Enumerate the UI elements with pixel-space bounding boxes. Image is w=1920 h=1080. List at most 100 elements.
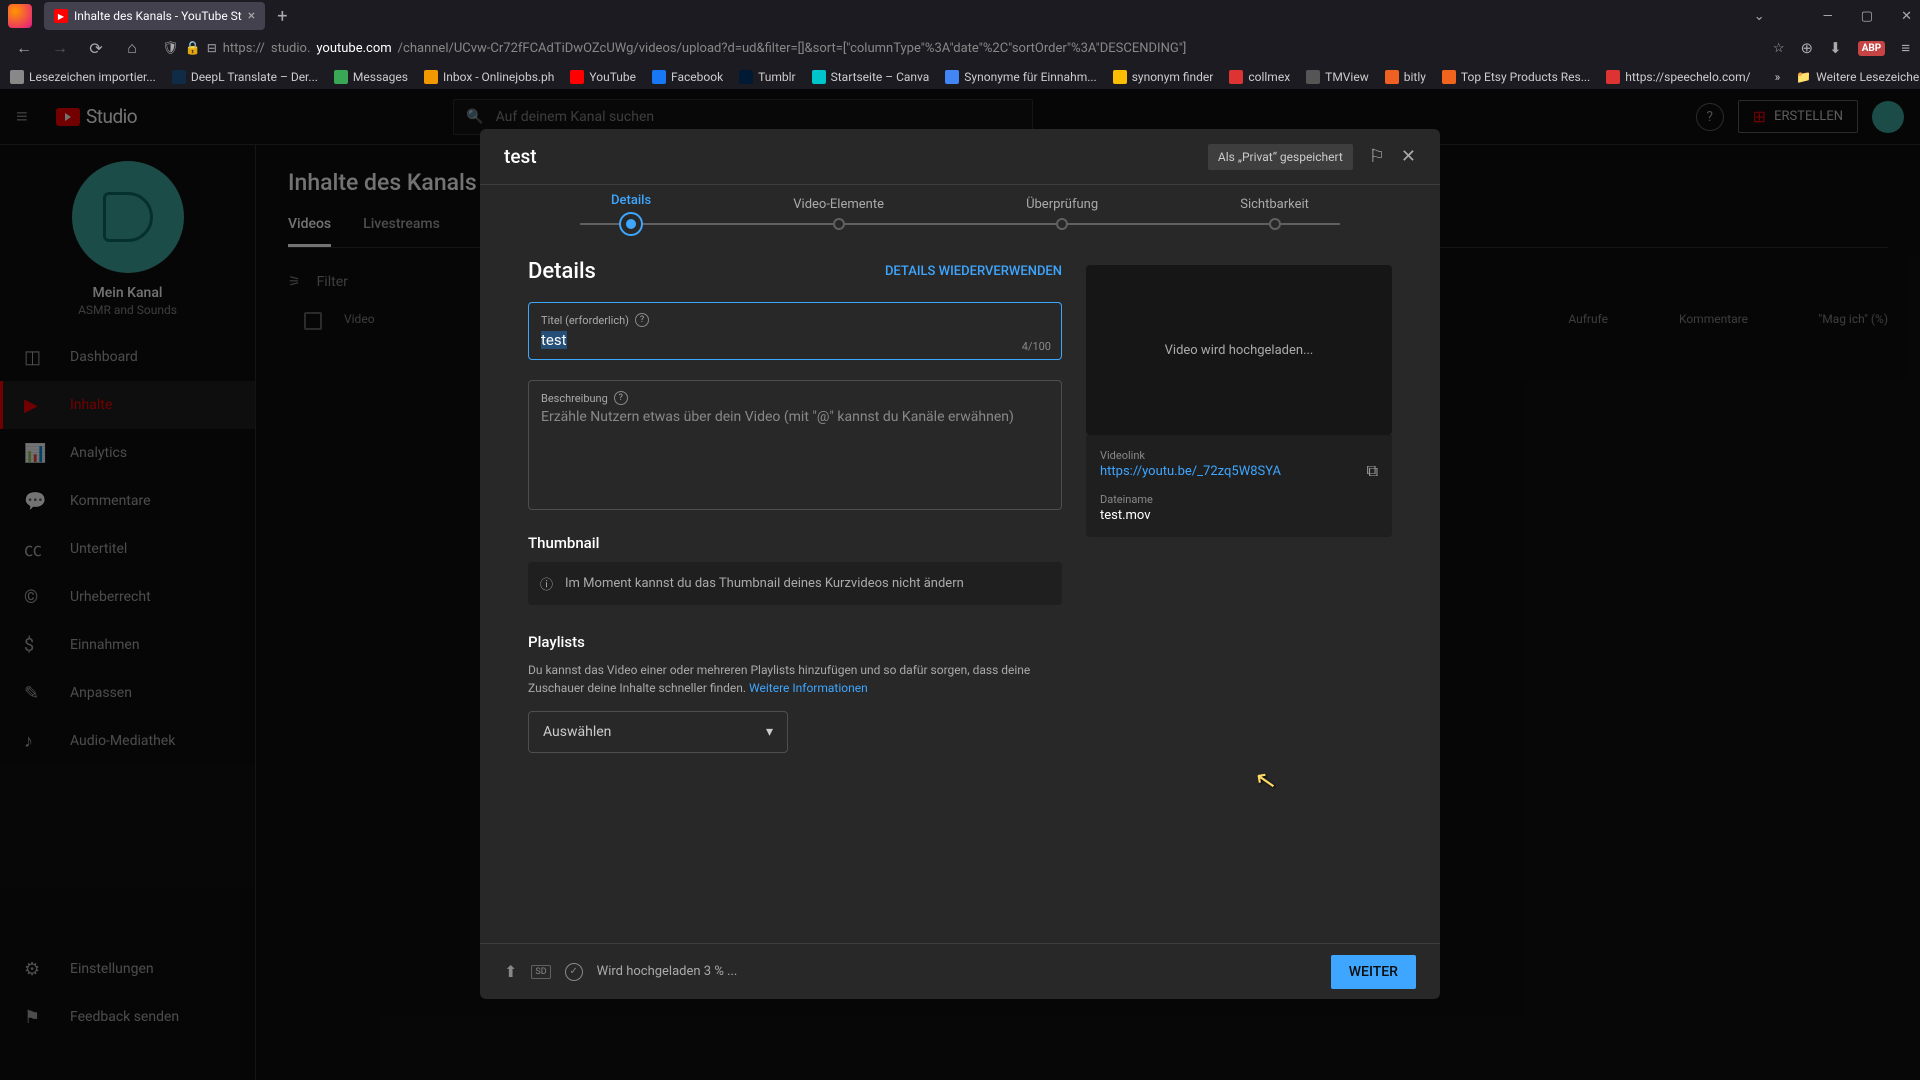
bookmark-favicon [424,70,438,84]
bookmark-item[interactable]: Tumblr [739,70,795,84]
abp-icon[interactable]: ABP [1858,41,1886,56]
bookmark-item[interactable]: TMView [1306,70,1369,84]
char-count: 4/100 [1022,340,1051,353]
help-icon[interactable]: ? [635,313,649,327]
bookmark-item[interactable]: bitly [1385,70,1426,84]
description-input[interactable]: Beschreibung? Erzähle Nutzern etwas über… [528,380,1062,510]
bookmark-favicon [1385,70,1399,84]
tab-title: Inhalte des Kanals - YouTube St [74,9,242,23]
toolbar-icons: ⊕ ⬇ ABP ≡ [1801,39,1910,57]
filename-value: test.mov [1100,508,1378,523]
bookmark-favicon [652,70,666,84]
bookmark-item[interactable]: Startseite – Canva [812,70,930,84]
video-link[interactable]: https://youtu.be/_72zq5W8SYA [1100,464,1281,479]
window-controls: ⌄ ― ▢ ✕ [1754,9,1912,24]
bookmark-item[interactable]: DeepL Translate – Der... [172,70,318,84]
bookmarks-bar: Lesezeichen importier... DeepL Translate … [0,64,1920,89]
step-details[interactable]: Details [611,193,651,234]
bookmark-item[interactable]: YouTube [570,70,636,84]
step-visibility[interactable]: Sichtbarkeit [1240,197,1309,230]
filename-label: Dateiname [1100,493,1378,506]
pocket-icon[interactable]: ⊕ [1801,39,1814,57]
chevron-down-icon: ▾ [766,724,773,740]
modal-backdrop: test Als „Privat“ gespeichert ⚐ ✕ Detail… [0,89,1920,1080]
upload-status: Wird hochgeladen 3 % ... [597,964,738,979]
bookmark-favicon [739,70,753,84]
permission-icon: ⊟ [207,41,217,55]
back-button[interactable]: ← [10,34,38,62]
bookmarks-overflow-icon[interactable]: » [1775,70,1781,84]
bookmark-item[interactable]: Lesezeichen importier... [10,70,156,84]
bookmark-favicon [10,70,24,84]
close-tab-icon[interactable]: × [248,8,255,24]
browser-chrome: ▶ Inhalte des Kanals - YouTube St × + ⌄ … [0,0,1920,89]
browser-tab[interactable]: ▶ Inhalte des Kanals - YouTube St × [44,2,265,30]
playlists-heading: Playlists [528,633,1062,651]
bookmark-item[interactable]: Inbox - Onlinejobs.ph [424,70,554,84]
modal-footer: ⬆ SD ✓ Wird hochgeladen 3 % ... WEITER [480,943,1440,999]
bookmark-favicon [1113,70,1127,84]
bookmark-favicon [1606,70,1620,84]
bookmark-favicon [945,70,959,84]
next-button[interactable]: WEITER [1331,955,1416,989]
close-window-icon[interactable]: ✕ [1901,9,1912,24]
bookmark-item[interactable]: Messages [334,70,408,84]
downloads-icon[interactable]: ⬇ [1829,39,1842,57]
maximize-icon[interactable]: ▢ [1861,9,1873,24]
modal-header: test Als „Privat“ gespeichert ⚐ ✕ [480,129,1440,185]
thumbnail-heading: Thumbnail [528,534,1062,552]
modal-body: Details DETAILS WIEDERVERWENDEN Titel (e… [480,241,1440,943]
thumbnail-info: ⓘ Im Moment kannst du das Thumbnail dein… [528,562,1062,605]
modal-title: test [504,145,537,168]
title-input[interactable]: Titel (erforderlich)? test 4/100 [528,302,1062,360]
title-bar: ▶ Inhalte des Kanals - YouTube St × + ⌄ … [0,0,1920,32]
url-input[interactable]: 🛡 🔒 ⊟ https://studio.youtube.com/channel… [154,34,1793,62]
youtube-studio-app: ≡ Studio 🔍 Auf deinem Kanal suchen ? ⊞ E… [0,89,1920,1080]
copy-icon[interactable]: ⧉ [1367,461,1378,481]
upload-icon: ⬆ [504,962,517,981]
details-heading: Details [528,259,596,284]
forward-button: → [46,34,74,62]
help-icon[interactable]: ? [614,391,628,405]
step-checks[interactable]: Überprüfung [1026,197,1098,230]
bookmark-favicon [1442,70,1456,84]
saved-badge: Als „Privat“ gespeichert [1208,144,1353,170]
playlists-desc: Du kannst das Video einer oder mehreren … [528,661,1062,697]
lock-icon: 🔒 [185,41,201,56]
reuse-details-button[interactable]: DETAILS WIEDERVERWENDEN [885,264,1062,279]
bookmark-favicon [1306,70,1320,84]
bookmark-item[interactable]: Facebook [652,70,723,84]
reload-button[interactable]: ⟳ [82,34,110,62]
firefox-icon [8,4,32,28]
bookmark-favicon [172,70,186,84]
more-bookmarks[interactable]: 📁Weitere Lesezeichen [1796,70,1920,84]
upload-modal: test Als „Privat“ gespeichert ⚐ ✕ Detail… [480,129,1440,999]
info-icon: ⓘ [540,574,553,593]
check-icon: ✓ [565,963,583,981]
new-tab-button[interactable]: + [277,6,287,27]
bookmark-favicon [812,70,826,84]
videolink-label: Videolink [1100,449,1281,462]
youtube-favicon: ▶ [54,9,68,23]
bookmark-item[interactable]: https://speechelo.com/ [1606,70,1750,84]
bookmark-star-icon[interactable]: ☆ [1773,41,1785,56]
chevron-down-icon[interactable]: ⌄ [1754,9,1765,24]
video-preview: Video wird hochgeladen... [1086,265,1392,435]
url-bar: ← → ⟳ ⌂ 🛡 🔒 ⊟ https://studio.youtube.com… [0,32,1920,64]
home-button[interactable]: ⌂ [118,34,146,62]
bookmark-item[interactable]: synonym finder [1113,70,1214,84]
minimize-icon[interactable]: ― [1823,9,1833,24]
upload-stepper: Details Video-Elemente Überprüfung Sicht… [480,185,1440,241]
step-elements[interactable]: Video-Elemente [793,197,884,230]
menu-icon[interactable]: ≡ [1901,39,1910,57]
feedback-icon[interactable]: ⚐ [1369,146,1385,167]
bookmark-item[interactable]: Top Etsy Products Res... [1442,70,1590,84]
sd-badge: SD [531,965,550,979]
bookmark-favicon [570,70,584,84]
bookmark-favicon [1229,70,1243,84]
bookmark-item[interactable]: Synonyme für Einnahm... [945,70,1096,84]
bookmark-item[interactable]: collmex [1229,70,1290,84]
playlist-select[interactable]: Auswählen ▾ [528,711,788,753]
close-modal-icon[interactable]: ✕ [1401,146,1416,167]
more-info-link[interactable]: Weitere Informationen [749,681,868,695]
